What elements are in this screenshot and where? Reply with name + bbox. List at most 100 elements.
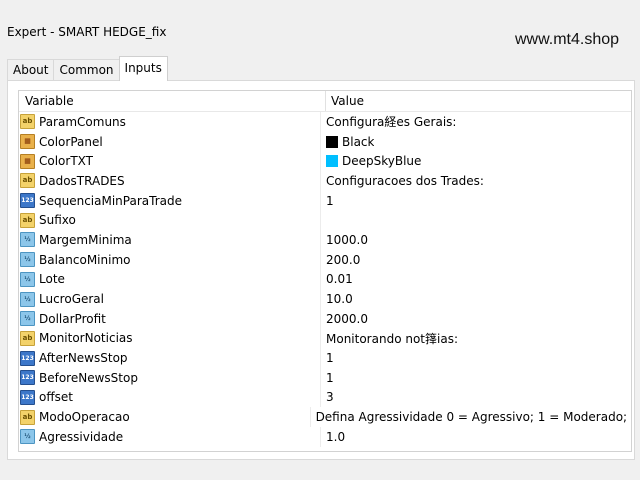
color-type-icon: ▦ bbox=[20, 153, 35, 169]
table-row[interactable]: ▦ ColorTXT DeepSkyBlue bbox=[19, 151, 631, 172]
variable-cell: ab ParamComuns bbox=[19, 112, 321, 132]
variable-cell: ab DadosTRADES bbox=[19, 171, 321, 191]
variable-cell: 123 offset bbox=[19, 387, 321, 408]
value-cell[interactable]: 10.0 bbox=[321, 292, 353, 306]
variable-name: Lote bbox=[39, 272, 65, 287]
variable-name: BeforeNewsStop bbox=[39, 370, 138, 385]
variable-cell: ½ MargemMinima bbox=[19, 230, 321, 250]
variable-column-header[interactable]: Variable bbox=[19, 91, 326, 111]
table-row[interactable]: ½ LucroGeral 10.0 bbox=[19, 289, 631, 309]
value-text: Defina Agressividade 0 = Agressivo; 1 = … bbox=[315, 410, 631, 425]
table-body: ab ParamComuns Configura経es Gerais: ▦ ColorP… bbox=[19, 112, 631, 447]
value-text: 1.0 bbox=[326, 429, 346, 444]
value-cell[interactable]: Configura経es Gerais: bbox=[321, 113, 456, 130]
table-row[interactable]: ½ DollarProfit 2000.0 bbox=[19, 308, 631, 329]
value-text: 1 bbox=[326, 193, 334, 208]
integer-type-icon: 123 bbox=[20, 370, 35, 386]
table-row[interactable]: ½ MargemMinima 1000.0 bbox=[19, 230, 631, 250]
variable-name: ModoOperacao bbox=[39, 410, 130, 425]
value-text: Configura経es Gerais: bbox=[326, 115, 457, 130]
table-row[interactable]: ab DadosTRADES Configuracoes dos Trades: bbox=[19, 171, 631, 191]
double-type-icon: ½ bbox=[20, 271, 35, 287]
value-column-header[interactable]: Value bbox=[326, 91, 364, 111]
value-cell[interactable]: 0.01 bbox=[321, 272, 353, 286]
variable-cell: ½ Agressividade bbox=[19, 427, 321, 447]
tab-inputs[interactable]: Inputs bbox=[118, 56, 168, 81]
variable-name: AfterNewsStop bbox=[39, 351, 128, 366]
table-row[interactable]: ▦ ColorPanel Black bbox=[19, 131, 631, 152]
table-row[interactable]: ½ Agressividade 1.0 bbox=[19, 427, 631, 447]
variable-cell: 123 SequenciaMinParaTrade bbox=[19, 190, 321, 211]
variable-cell: ab Sufixo bbox=[19, 210, 321, 231]
integer-type-icon: 123 bbox=[20, 350, 35, 366]
color-swatch bbox=[326, 135, 338, 148]
value-cell[interactable]: 200.0 bbox=[321, 253, 360, 267]
value-cell[interactable]: Monitorando not箨ias: bbox=[321, 330, 458, 347]
color-swatch bbox=[326, 155, 338, 168]
table-row[interactable]: 123 SequenciaMinParaTrade 1 bbox=[19, 190, 631, 211]
variable-name: BalancoMinimo bbox=[39, 252, 131, 267]
variable-name: SequenciaMinParaTrade bbox=[39, 193, 182, 208]
value-cell[interactable]: 1 bbox=[321, 194, 334, 208]
double-type-icon: ½ bbox=[20, 232, 35, 248]
variable-cell: ½ Lote bbox=[19, 269, 321, 290]
value-text: 200.0 bbox=[326, 252, 361, 267]
variable-name: MonitorNoticias bbox=[39, 331, 133, 346]
value-cell[interactable]: 2000.0 bbox=[321, 312, 368, 326]
table-row[interactable]: ½ BalancoMinimo 200.0 bbox=[19, 249, 631, 270]
value-cell[interactable]: 1.0 bbox=[321, 430, 345, 444]
value-cell[interactable]: 3 bbox=[321, 390, 334, 404]
string-type-icon: ab bbox=[20, 409, 35, 425]
variable-cell: ▦ ColorPanel bbox=[19, 131, 321, 152]
color-type-icon: ▦ bbox=[20, 134, 35, 150]
variable-cell: 123 AfterNewsStop bbox=[19, 348, 321, 368]
variable-cell: ½ BalancoMinimo bbox=[19, 249, 321, 270]
value-cell[interactable]: 1 bbox=[321, 371, 334, 385]
value-cell[interactable]: DeepSkyBlue bbox=[321, 154, 421, 168]
double-type-icon: ½ bbox=[20, 252, 35, 268]
table-row[interactable]: 123 offset 3 bbox=[19, 387, 631, 408]
string-type-icon: ab bbox=[20, 114, 35, 130]
integer-type-icon: 123 bbox=[20, 193, 35, 209]
value-text: 10.0 bbox=[326, 292, 353, 307]
double-type-icon: ½ bbox=[20, 311, 35, 327]
value-cell[interactable]: Defina Agressividade 0 = Agressivo; 1 = … bbox=[311, 410, 631, 424]
value-text: 3 bbox=[326, 390, 334, 405]
double-type-icon: ½ bbox=[20, 429, 35, 445]
value-cell[interactable]: 1 bbox=[321, 351, 334, 365]
string-type-icon: ab bbox=[20, 173, 35, 189]
table-header: Variable Value bbox=[19, 91, 631, 112]
value-text: 1000.0 bbox=[326, 232, 368, 247]
value-cell[interactable]: Configuracoes dos Trades: bbox=[321, 174, 484, 188]
tab-common[interactable]: Common bbox=[53, 59, 120, 81]
variable-name: Sufixo bbox=[39, 213, 76, 228]
variable-cell: ▦ ColorTXT bbox=[19, 151, 321, 172]
value-text: DeepSkyBlue bbox=[342, 154, 422, 169]
window-title: Expert - SMART HEDGE_fix bbox=[7, 25, 167, 39]
string-type-icon: ab bbox=[20, 212, 35, 228]
value-text: 1 bbox=[326, 370, 334, 385]
inputs-table: Variable Value ab ParamComuns Configura経es… bbox=[18, 90, 632, 452]
table-row[interactable]: ab ModoOperacao Defina Agressividade 0 = A… bbox=[19, 407, 631, 427]
value-cell[interactable]: Black bbox=[321, 135, 374, 149]
table-row[interactable]: 123 AfterNewsStop 1 bbox=[19, 348, 631, 368]
value-text: Black bbox=[342, 134, 375, 149]
table-row[interactable]: 123 BeforeNewsStop 1 bbox=[19, 367, 631, 388]
table-row[interactable]: ab MonitorNoticias Monitorando not箨ias: bbox=[19, 328, 631, 349]
value-text: Monitorando not箨ias: bbox=[326, 331, 458, 346]
table-row[interactable]: ½ Lote 0.01 bbox=[19, 269, 631, 290]
variable-name: DadosTRADES bbox=[39, 173, 125, 188]
variable-name: ColorPanel bbox=[39, 134, 103, 149]
value-cell[interactable]: 1000.0 bbox=[321, 233, 368, 247]
value-text: Configuracoes dos Trades: bbox=[326, 173, 484, 188]
table-row[interactable]: ab Sufixo bbox=[19, 210, 631, 231]
variable-cell: 123 BeforeNewsStop bbox=[19, 367, 321, 388]
value-text: 2000.0 bbox=[326, 311, 368, 326]
table-row[interactable]: ab ParamComuns Configura経es Gerais: bbox=[19, 112, 631, 132]
integer-type-icon: 123 bbox=[20, 389, 35, 405]
variable-name: Agressividade bbox=[39, 429, 124, 444]
variable-name: DollarProfit bbox=[39, 311, 106, 326]
variable-name: offset bbox=[39, 390, 73, 405]
tab-about[interactable]: About bbox=[7, 59, 55, 81]
string-type-icon: ab bbox=[20, 330, 35, 346]
